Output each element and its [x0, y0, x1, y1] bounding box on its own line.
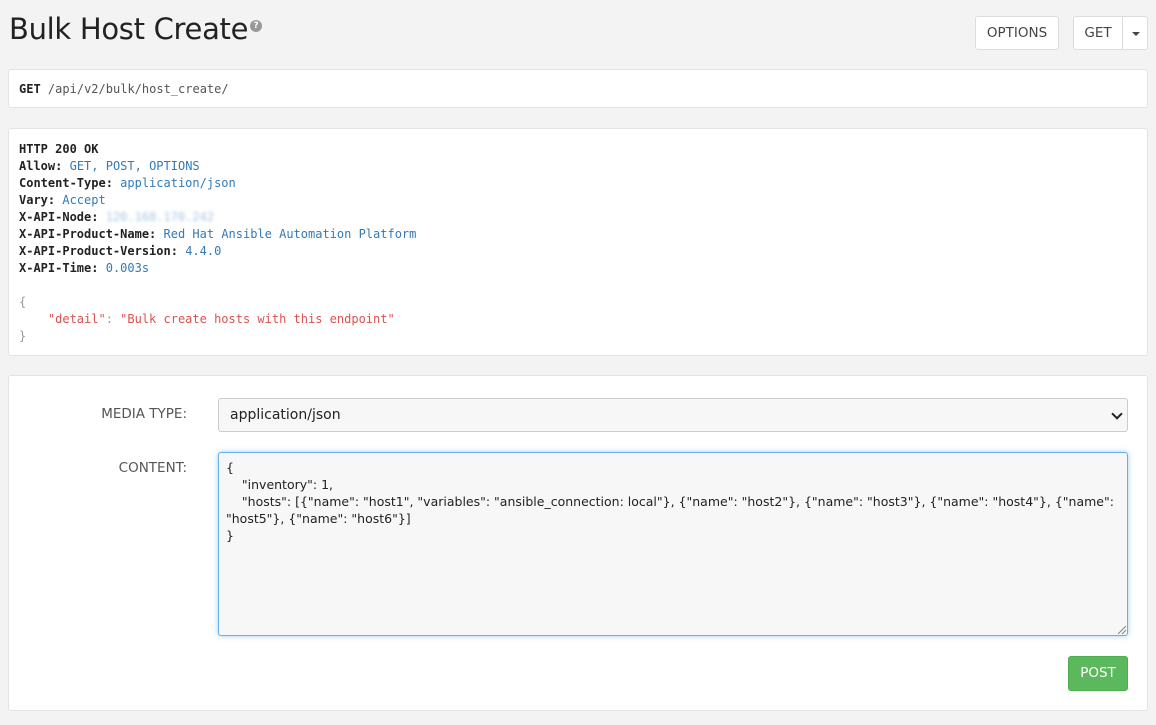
request-form: MEDIA TYPE: application/json CONTENT: { … [8, 375, 1148, 711]
header-line: Content-Type: application/json [19, 175, 416, 192]
header-key: X-API-Time: [19, 261, 99, 275]
caret-down-icon [1132, 32, 1140, 36]
header-value: application/json [120, 176, 236, 190]
header-line: X-API-Time: 0.003s [19, 260, 416, 277]
media-type-label: MEDIA TYPE: [101, 406, 187, 422]
header-value: Red Hat Ansible Automation Platform [163, 227, 417, 241]
json-value: "Bulk create hosts with this endpoint" [120, 312, 395, 326]
header-line: X-API-Product-Version: 4.4.0 [19, 243, 416, 260]
header-key: X-API-Product-Version: [19, 244, 178, 258]
request-method: GET [19, 82, 41, 96]
url-separator: / [76, 82, 85, 96]
header-value: GET, POST, OPTIONS [69, 159, 200, 173]
header-line: Vary: Accept [19, 192, 416, 209]
header-key: Allow: [19, 159, 63, 173]
chevron-down-icon [1111, 408, 1123, 420]
header-value-blurred: 120.168.170.242 [105, 210, 215, 224]
json-open-brace: { [19, 295, 27, 309]
url-part-api[interactable]: api [55, 82, 77, 96]
response-panel: HTTP 200 OK Allow: GET, POST, OPTIONS Co… [8, 128, 1148, 356]
url-part-v2[interactable]: v2 [84, 82, 98, 96]
response-content: HTTP 200 OK Allow: GET, POST, OPTIONS Co… [19, 141, 416, 345]
post-button[interactable]: POST [1068, 656, 1128, 691]
header-key: X-API-Node: [19, 210, 99, 224]
request-url: GET /api/v2/bulk/host_create/ [19, 82, 229, 96]
header-key: Vary: [19, 193, 56, 207]
json-key: "detail" [47, 312, 106, 326]
url-separator: / [221, 82, 229, 96]
header-value: 0.003s [105, 261, 150, 275]
content-label: CONTENT: [118, 460, 187, 476]
media-type-value: application/json [230, 407, 341, 423]
get-button[interactable]: GET [1073, 16, 1123, 50]
url-separator: / [134, 82, 142, 96]
options-button[interactable]: OPTIONS [975, 16, 1059, 50]
header-line: X-API-Node: 120.168.170.242 [19, 209, 416, 226]
header-value: Accept [62, 193, 106, 207]
content-textarea[interactable]: { "inventory": 1, "hosts": [{"name": "ho… [218, 452, 1128, 636]
get-dropdown-toggle[interactable] [1122, 16, 1148, 50]
page-header: Bulk Host Create? [9, 12, 263, 46]
header-key: X-API-Product-Name: [19, 227, 157, 241]
help-icon[interactable]: ? [250, 20, 263, 32]
json-close-brace: } [19, 329, 27, 343]
header-line: X-API-Product-Name: Red Hat Ansible Auto… [19, 226, 416, 243]
json-colon: : [105, 312, 121, 326]
url-part-bulk[interactable]: bulk [106, 82, 135, 96]
json-line: "detail": "Bulk create hosts with this e… [19, 311, 416, 328]
page-title: Bulk Host Create [9, 12, 249, 46]
response-status: HTTP 200 OK [19, 142, 99, 156]
url-part-host-create[interactable]: host_create [142, 82, 221, 96]
header-line: Allow: GET, POST, OPTIONS [19, 158, 416, 175]
request-url-bar: GET /api/v2/bulk/host_create/ [8, 69, 1148, 108]
header-key: Content-Type: [19, 176, 113, 190]
header-value: 4.4.0 [185, 244, 222, 258]
resize-handle-icon[interactable] [1118, 626, 1126, 634]
url-separator: / [98, 82, 106, 96]
media-type-select[interactable]: application/json [218, 398, 1128, 432]
